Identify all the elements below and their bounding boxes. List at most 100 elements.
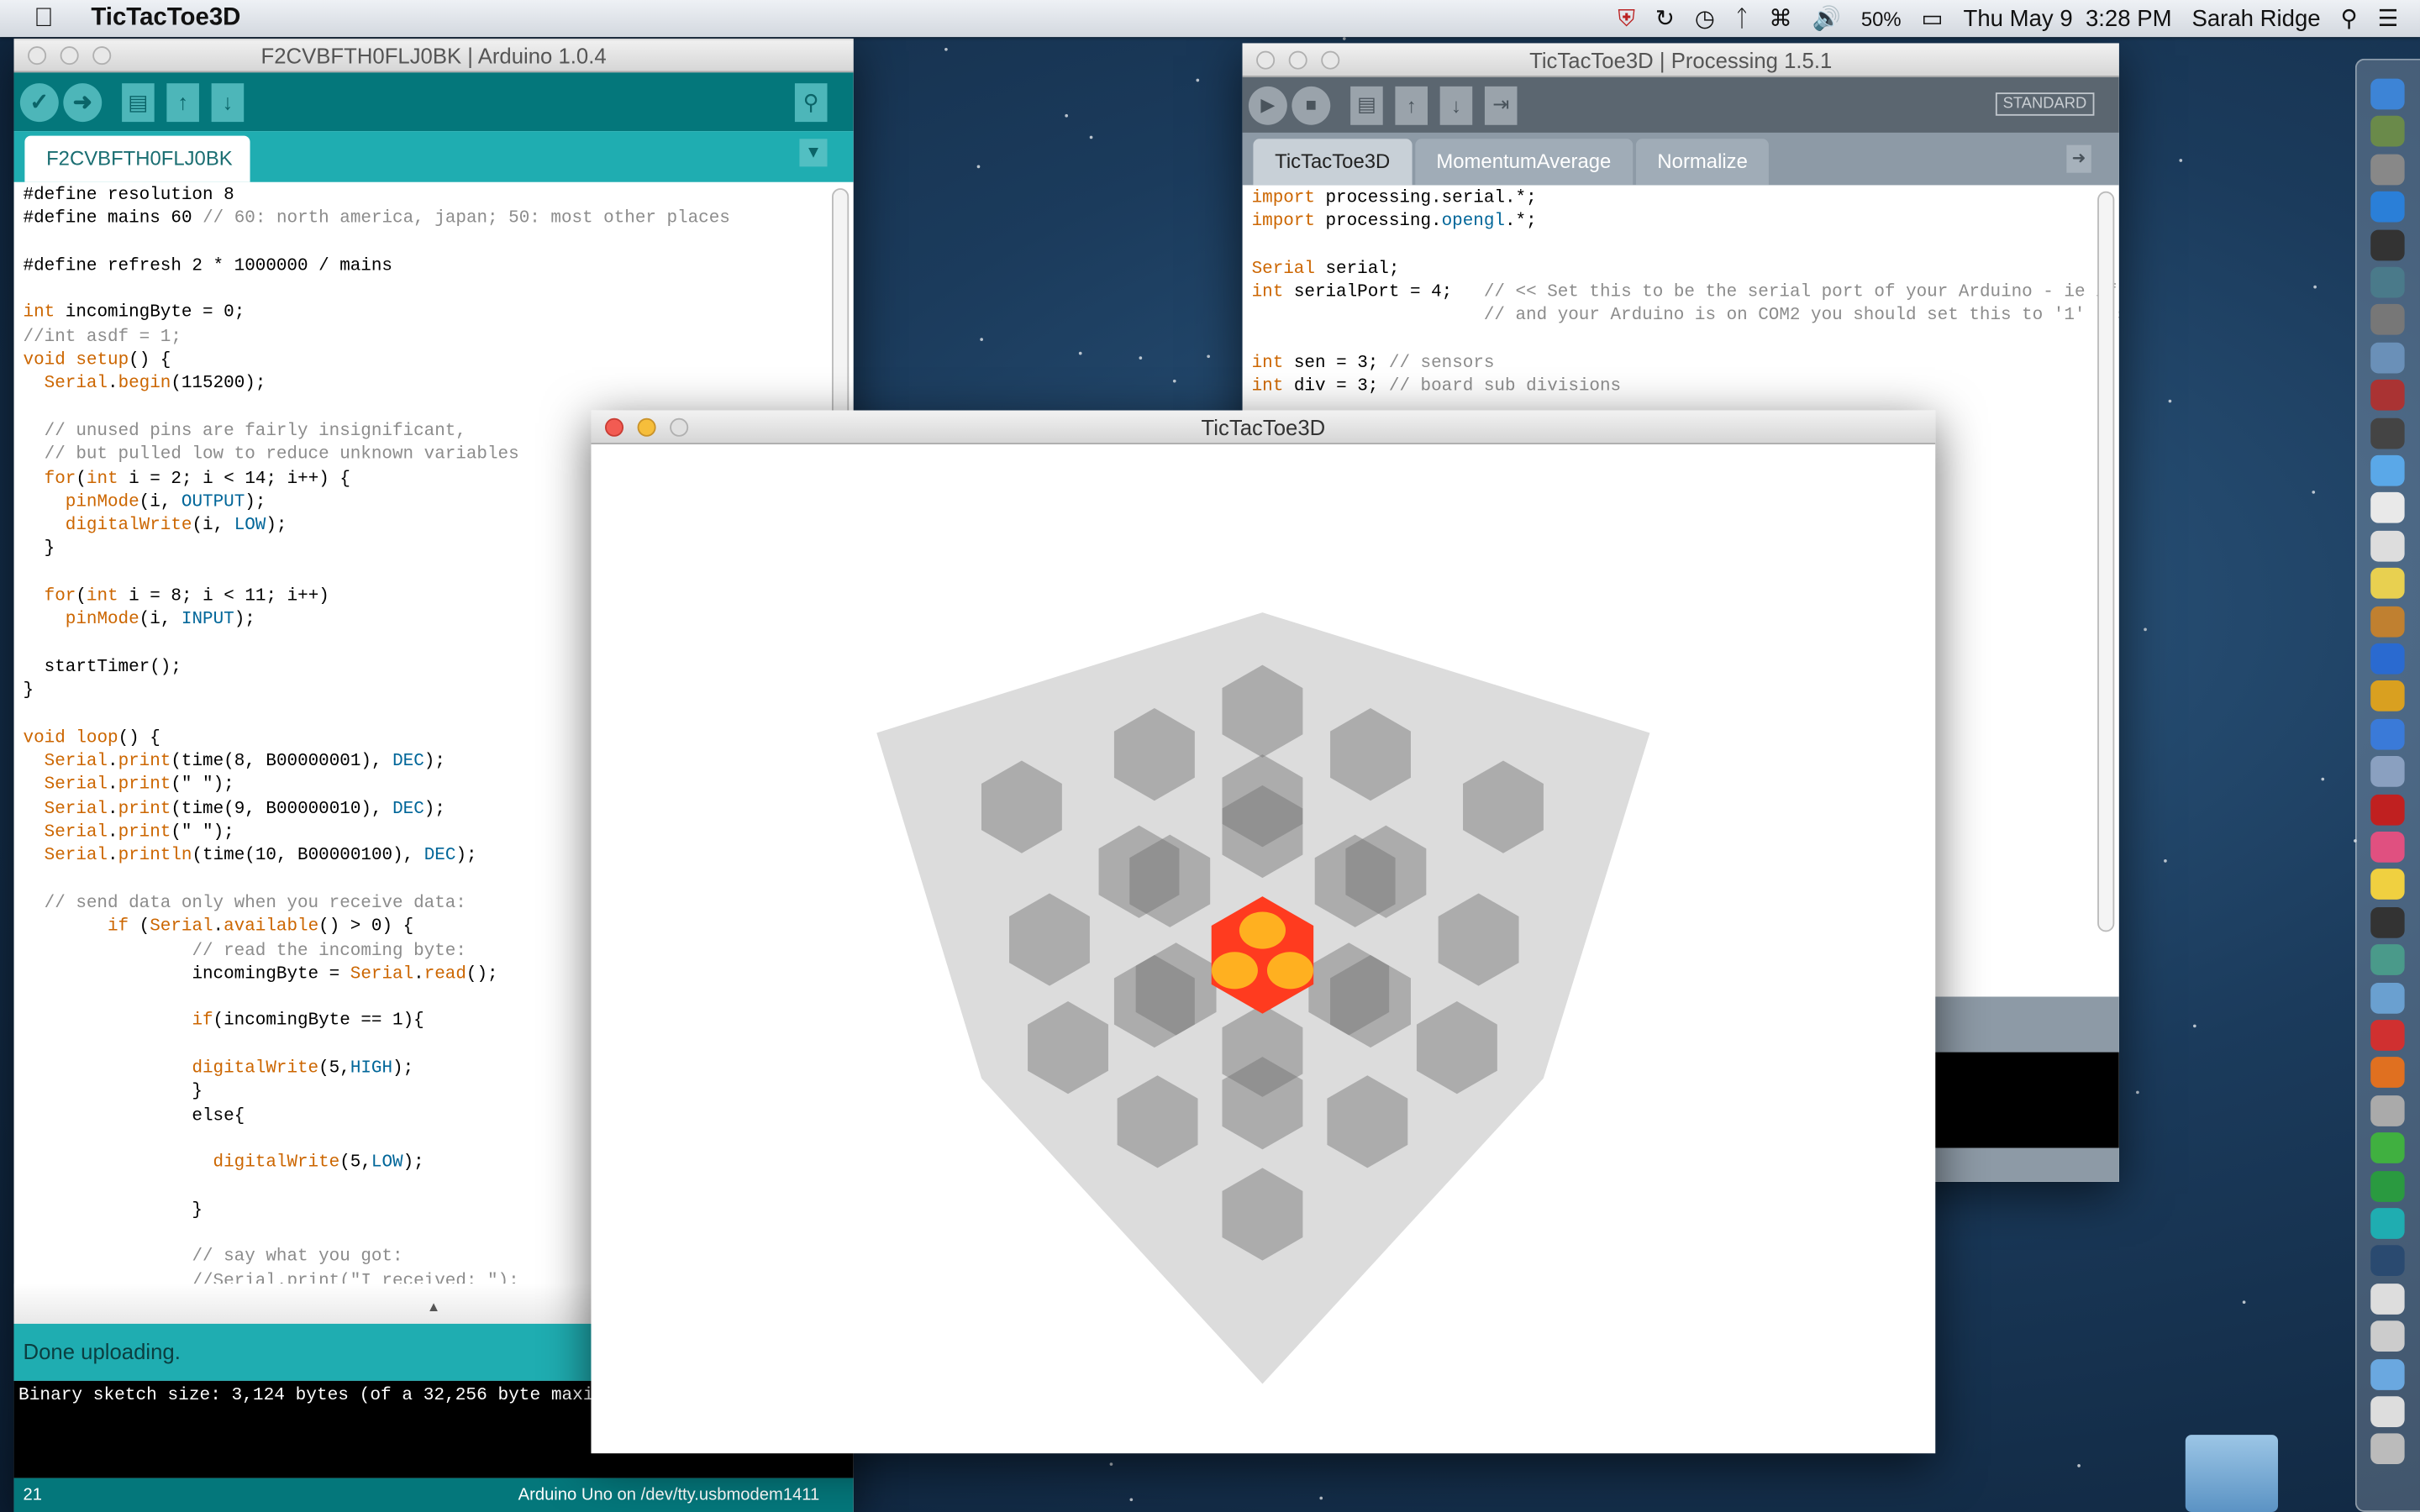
- minimize-button[interactable]: [60, 46, 79, 66]
- status-footer: 21 Arduino Uno on /dev/tty.usbmodem1411: [13, 1478, 854, 1512]
- tictactoe-3d-canvas[interactable]: [591, 444, 1935, 1452]
- save-button[interactable]: ↓: [211, 82, 245, 122]
- processing-title-bar[interactable]: TicTacToe3D | Processing 1.5.1: [1242, 43, 2119, 77]
- dock-trash-icon[interactable]: [2370, 1434, 2405, 1465]
- save-button[interactable]: ↓: [1439, 85, 1473, 124]
- desktop:  TicTacToe3D ⛨ ↻ ◷ ᛏ ⌘ 🔊 50% ▭ Thu May …: [0, 0, 2420, 1512]
- dock-folder-icon[interactable]: [2370, 1358, 2405, 1390]
- star: [2164, 859, 2167, 863]
- dock-dashboard-icon[interactable]: [2370, 228, 2405, 260]
- star: [1078, 351, 1082, 355]
- dock-photo-booth-icon[interactable]: [2370, 417, 2405, 449]
- arduino-title-bar[interactable]: F2CVBFTH0FLJ0BK | Arduino 1.0.4: [13, 38, 854, 73]
- export-button[interactable]: ⇥: [1484, 85, 1518, 124]
- dock: [2354, 58, 2420, 1512]
- dock-preview-2-icon[interactable]: [2370, 756, 2405, 788]
- code-line: import processing.serial.*;: [1251, 189, 1537, 208]
- dock-launchpad-icon[interactable]: [2370, 154, 2405, 186]
- wifi-icon[interactable]: ⌘: [1769, 5, 1792, 33]
- close-button[interactable]: [28, 46, 47, 66]
- dock-matlab-icon[interactable]: [2370, 1057, 2405, 1089]
- code-line: #define resolution 8: [23, 186, 234, 206]
- dock-excel-icon[interactable]: [2370, 1170, 2405, 1202]
- dock-time-machine-icon[interactable]: [2370, 266, 2405, 298]
- code-line: int sen = 3; // sensors: [1251, 354, 1495, 374]
- dock-messages-icon[interactable]: [2370, 454, 2405, 486]
- dock-spotify-icon[interactable]: [2370, 1132, 2405, 1164]
- sketch-title-bar[interactable]: TicTacToe3D: [591, 410, 1936, 444]
- serial-monitor-button[interactable]: ⚲: [794, 82, 828, 122]
- dock-globe-icon[interactable]: [2370, 944, 2405, 976]
- tab-arrow-icon[interactable]: ➜: [2066, 144, 2091, 173]
- run-button[interactable]: ▶: [1248, 85, 1287, 124]
- battery-icon[interactable]: ▭: [1922, 5, 1944, 33]
- stop-button[interactable]: ■: [1292, 85, 1331, 124]
- volume-icon[interactable]: 🔊: [1812, 5, 1841, 33]
- dock-chrome-icon[interactable]: [2370, 680, 2405, 712]
- dock-word-icon[interactable]: [2370, 643, 2405, 675]
- dock-calendar-icon[interactable]: [2370, 492, 2405, 524]
- dock-app-store-icon[interactable]: [2370, 192, 2405, 223]
- app-menu[interactable]: TicTacToe3D: [91, 5, 240, 33]
- board-port: Arduino Uno on /dev/tty.usbmodem1411: [518, 1485, 820, 1504]
- minimize-button[interactable]: [1288, 50, 1307, 70]
- dock-documents-icon[interactable]: [2370, 1320, 2405, 1352]
- dock-script-editor-icon[interactable]: [2370, 1283, 2405, 1315]
- zoom-button[interactable]: [670, 417, 689, 437]
- dock-dictionary-icon[interactable]: [2370, 380, 2405, 411]
- minimize-button[interactable]: [637, 417, 656, 437]
- open-button[interactable]: ↑: [166, 82, 199, 122]
- zoom-button[interactable]: [1321, 50, 1340, 70]
- dock-textedit-icon[interactable]: [2370, 530, 2405, 562]
- dock-finder-icon[interactable]: [2370, 78, 2405, 110]
- dock-fantastical-icon[interactable]: [2370, 1020, 2405, 1051]
- dock-preview-icon[interactable]: [2370, 342, 2405, 374]
- dock-downloads-icon[interactable]: [2370, 1396, 2405, 1427]
- tab-tictactoe3d[interactable]: TicTacToe3D: [1253, 139, 1412, 186]
- mcafee-icon[interactable]: ⛨: [1618, 5, 1635, 31]
- user-menu[interactable]: Sarah Ridge: [2191, 5, 2320, 31]
- dock-stickies-icon[interactable]: [2370, 568, 2405, 599]
- dock-stickies-2-icon[interactable]: [2370, 869, 2405, 900]
- notification-center-icon[interactable]: ☰: [2378, 5, 2399, 33]
- open-button[interactable]: ↑: [1395, 85, 1428, 124]
- apple-menu-icon[interactable]: : [34, 3, 65, 34]
- code-line: #define refresh 2 * 1000000 / mains: [23, 257, 392, 276]
- new-button[interactable]: ▤: [122, 82, 155, 122]
- dock-itunes-icon[interactable]: [2370, 718, 2405, 750]
- sketch-window: TicTacToe3D: [591, 410, 1936, 1454]
- dock-system-preferences-icon[interactable]: [2370, 304, 2405, 336]
- new-button[interactable]: ▤: [1350, 85, 1383, 124]
- mode-selector[interactable]: STANDARD: [1995, 92, 2095, 116]
- dock-arduino-icon[interactable]: [2370, 1208, 2405, 1239]
- bluetooth-icon[interactable]: ᛏ: [1735, 5, 1749, 31]
- dock-processing-icon[interactable]: [2370, 1245, 2405, 1277]
- close-button[interactable]: [1256, 50, 1276, 70]
- battery-percent[interactable]: 50%: [1861, 7, 1902, 30]
- star: [2144, 628, 2148, 632]
- dock-iphoto-icon[interactable]: [2370, 606, 2405, 637]
- time-machine-icon[interactable]: ◷: [1695, 5, 1715, 33]
- dock-acrobat-icon[interactable]: [2370, 794, 2405, 825]
- dock-photos-icon[interactable]: [2370, 982, 2405, 1013]
- dock-photo-browser-icon[interactable]: [2370, 116, 2405, 148]
- desktop-folder-icon[interactable]: [2185, 1435, 2279, 1512]
- tab-momentumaverage[interactable]: MomentumAverage: [1414, 139, 1634, 186]
- upload-button[interactable]: ➜: [63, 82, 103, 122]
- tab-bar: TicTacToe3D MomentumAverage Normalize ➜: [1242, 132, 2119, 186]
- sync-icon[interactable]: ↻: [1655, 5, 1675, 33]
- dock-inkscape-icon[interactable]: [2370, 1095, 2405, 1126]
- zoom-button[interactable]: [92, 46, 112, 66]
- dock-color-picker-icon[interactable]: [2370, 831, 2405, 863]
- verify-button[interactable]: ✓: [19, 82, 59, 122]
- close-button[interactable]: [604, 417, 624, 437]
- tab-sketch[interactable]: F2CVBFTH0FLJ0BK: [24, 135, 250, 182]
- clock[interactable]: Thu May 9 3:28 PM: [1963, 5, 2171, 31]
- spotlight-search-icon[interactable]: ⚲: [2340, 5, 2357, 33]
- tab-menu-button[interactable]: ▼: [799, 139, 828, 167]
- dock-dvd-player-icon[interactable]: [2370, 906, 2405, 938]
- vertical-scrollbar[interactable]: [2097, 191, 2115, 932]
- tab-normalize[interactable]: Normalize: [1635, 139, 1770, 186]
